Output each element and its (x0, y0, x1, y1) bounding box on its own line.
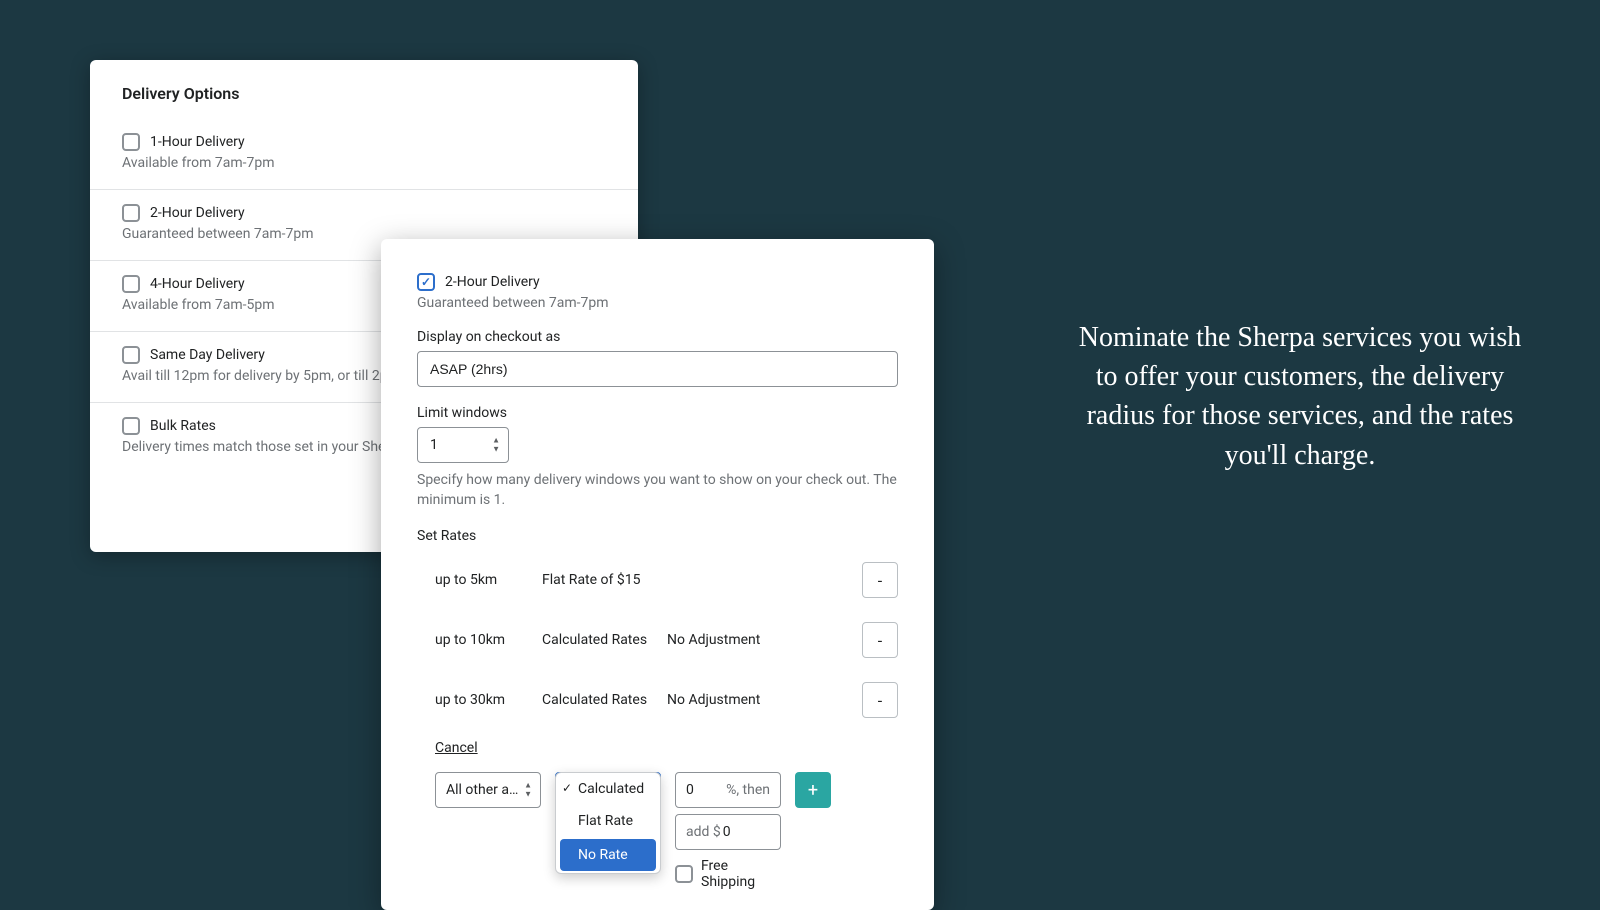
option-label: 4-Hour Delivery (150, 276, 245, 292)
dropdown-item-flatrate[interactable]: Flat Rate (556, 805, 660, 837)
cancel-link[interactable]: Cancel (417, 740, 478, 756)
option-subtext: Guaranteed between 7am-7pm (417, 295, 898, 311)
add-rate-button[interactable]: + (795, 772, 831, 808)
checkbox-4hour[interactable] (122, 275, 140, 293)
option-label: Bulk Rates (150, 418, 216, 434)
display-name-input[interactable] (417, 351, 898, 387)
rate-row: up to 30km Calculated Rates No Adjustmen… (417, 670, 898, 730)
rate-distance: up to 10km (417, 632, 542, 648)
checkbox-sameday[interactable] (122, 346, 140, 364)
percent-adjust-input[interactable]: 0 %, then (675, 772, 781, 808)
option-label: Same Day Delivery (150, 347, 265, 363)
option-label: 2-Hour Delivery (150, 205, 245, 221)
dropdown-item-norate[interactable]: No Rate (560, 839, 656, 871)
checkbox-2hour-detail[interactable] (417, 273, 435, 291)
rate-type: Calculated Rates (542, 692, 667, 708)
distance-select[interactable]: All other a… ▲▼ (435, 772, 541, 808)
marketing-description: Nominate the Sherpa services you wish to… (1070, 318, 1530, 475)
checkbox-bulk[interactable] (122, 417, 140, 435)
rate-adjustment: No Adjustment (667, 632, 787, 648)
option-label: 2-Hour Delivery (445, 274, 540, 290)
rate-type: Calculated Rates (542, 632, 667, 648)
rate-distance: up to 5km (417, 572, 542, 588)
option-subtext: Available from 7am-7pm (122, 155, 606, 171)
remove-rate-button[interactable]: - (862, 682, 898, 718)
rate-row: up to 5km Flat Rate of $15 - (417, 550, 898, 610)
rate-distance: up to 30km (417, 692, 542, 708)
limit-windows-select[interactable]: 1 ▲▼ (417, 427, 509, 463)
chevron-updown-icon: ▲▼ (524, 782, 532, 799)
free-shipping-checkbox[interactable] (675, 865, 693, 883)
checkbox-1hour[interactable] (122, 133, 140, 151)
limit-windows-help: Specify how many delivery windows you wa… (417, 471, 898, 510)
rate-type-dropdown-menu: Calculated Flat Rate No Rate (555, 772, 661, 874)
rate-adjustment: No Adjustment (667, 692, 787, 708)
delivery-option-detail-card: 2-Hour Delivery Guaranteed between 7am-7… (381, 239, 934, 910)
delivery-options-title: Delivery Options (90, 60, 638, 119)
option-label: 1-Hour Delivery (150, 134, 245, 150)
rate-type: Flat Rate of $15 (542, 572, 667, 588)
chevron-updown-icon: ▲▼ (492, 437, 500, 454)
free-shipping-label: Free Shipping (701, 858, 781, 890)
display-label: Display on checkout as (417, 329, 898, 345)
limit-windows-label: Limit windows (417, 405, 898, 421)
rate-row: up to 10km Calculated Rates No Adjustmen… (417, 610, 898, 670)
rate-type-select[interactable]: Calculated Flat Rate No Rate (555, 772, 661, 808)
remove-rate-button[interactable]: - (862, 562, 898, 598)
dropdown-item-calculated[interactable]: Calculated (556, 773, 660, 805)
option-row: 1-Hour Delivery Available from 7am-7pm (90, 119, 638, 190)
checkbox-2hour[interactable] (122, 204, 140, 222)
amount-adjust-input[interactable]: add $ 0 (675, 814, 781, 850)
remove-rate-button[interactable]: - (862, 622, 898, 658)
set-rates-label: Set Rates (417, 528, 898, 544)
